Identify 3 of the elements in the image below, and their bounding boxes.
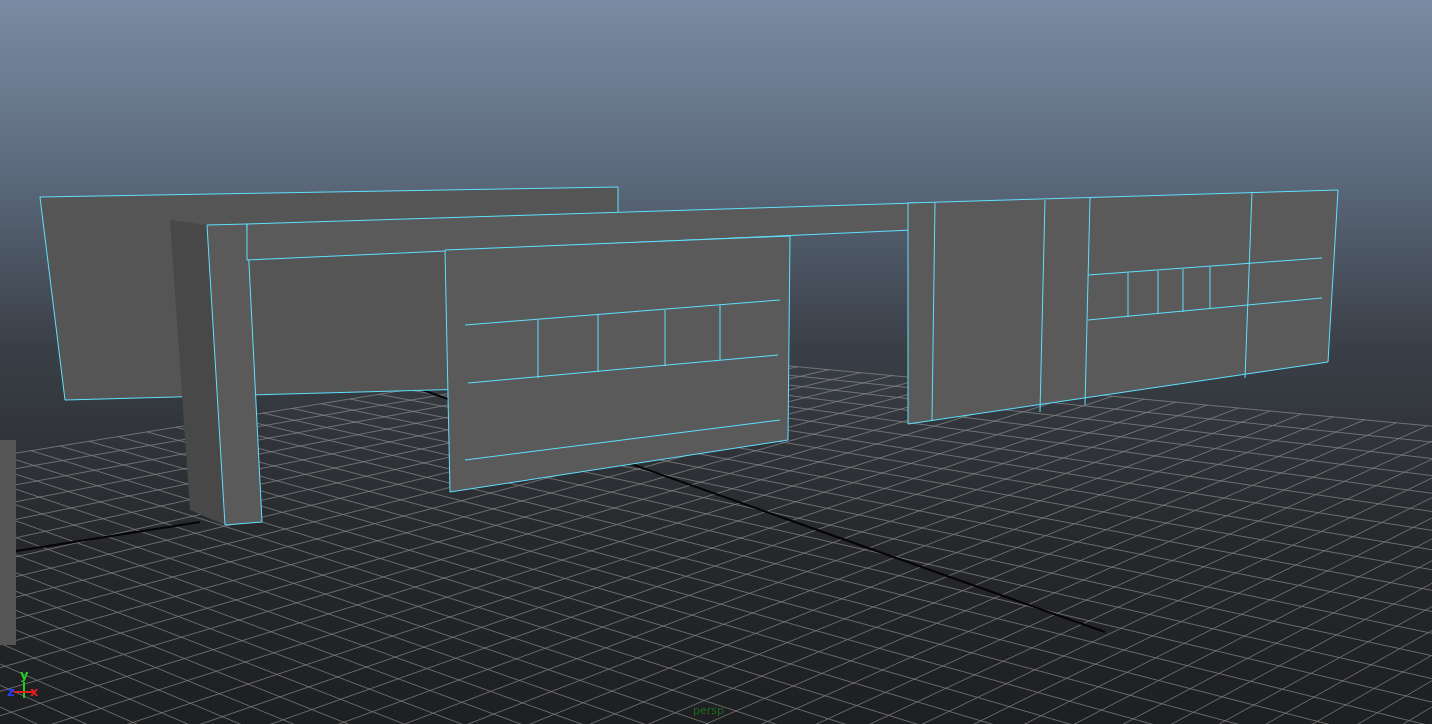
camera-name: persp xyxy=(693,704,724,717)
axis-label: y xyxy=(20,668,29,681)
axis-label: z xyxy=(7,685,15,698)
